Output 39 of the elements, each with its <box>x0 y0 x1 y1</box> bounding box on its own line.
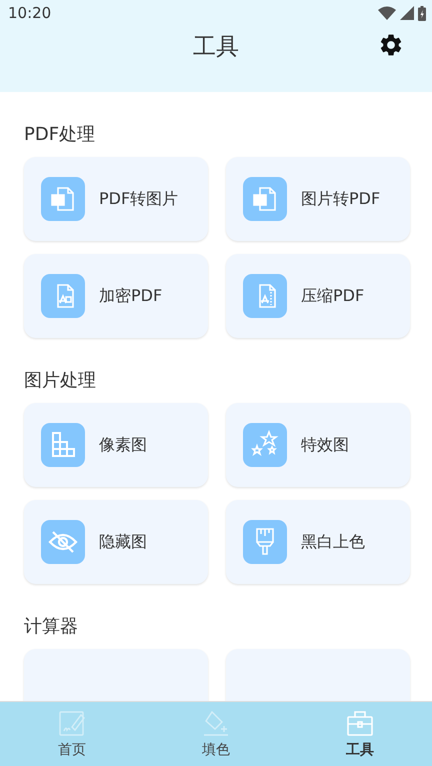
tab[interactable]: 首页 <box>0 702 144 766</box>
signal-icon <box>400 6 414 20</box>
tool-label: 隐藏图 <box>99 532 147 552</box>
wifi-icon <box>378 6 396 20</box>
battery-icon <box>418 6 426 20</box>
section-title: PDF处理 <box>24 123 96 147</box>
hidden-eye-icon <box>41 520 85 564</box>
tool-card[interactable]: 压缩PDF <box>226 254 410 338</box>
tab[interactable]: 填色 <box>144 702 288 766</box>
pixel-blocks-icon <box>41 423 85 467</box>
tool-card[interactable]: 特效图 <box>226 403 410 487</box>
status-time: 10:20 <box>8 4 52 22</box>
tab[interactable]: 工具 <box>288 702 432 766</box>
tool-label: 压缩PDF <box>301 286 364 306</box>
paint-brush-icon <box>243 520 287 564</box>
tool-label: 特效图 <box>301 434 349 456</box>
tool-card[interactable]: 像素图 <box>24 403 208 487</box>
image-to-pdf-icon <box>243 177 287 221</box>
zipped-document-icon <box>243 274 287 318</box>
paint-bucket-icon <box>202 709 230 737</box>
page-title: 工具 <box>193 32 239 62</box>
tool-label: 图片转PDF <box>301 188 380 210</box>
tool-label: 像素图 <box>99 434 147 456</box>
section-title: 图片处理 <box>24 369 97 393</box>
tool-card[interactable]: 黑白上色 <box>226 500 410 584</box>
tool-card[interactable]: 加密PDF <box>24 254 208 338</box>
tool-label: 黑白上色 <box>301 532 365 552</box>
tool-card[interactable]: 隐藏图 <box>24 500 208 584</box>
stars-icon <box>243 423 287 467</box>
settings-icon[interactable] <box>378 32 404 58</box>
signature-icon <box>58 709 86 737</box>
locked-document-icon <box>41 274 85 318</box>
pdf-to-image-icon <box>41 177 85 221</box>
tool-card[interactable]: PDF转图片 <box>24 157 208 241</box>
section-title: 计算器 <box>24 615 79 639</box>
toolbox-icon <box>346 709 374 737</box>
tool-label: PDF转图片 <box>99 188 178 210</box>
tool-card[interactable]: 图片转PDF <box>226 157 410 241</box>
tool-label: 加密PDF <box>99 286 162 306</box>
